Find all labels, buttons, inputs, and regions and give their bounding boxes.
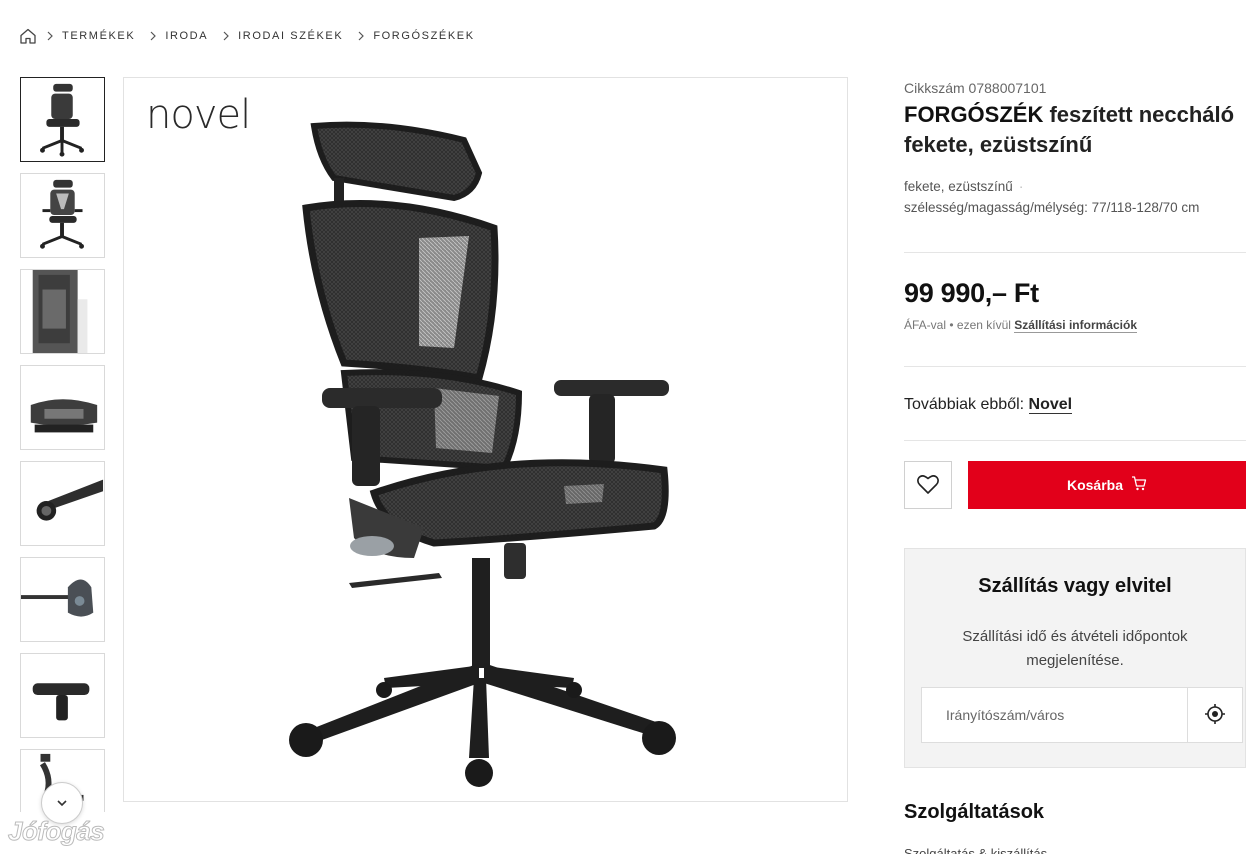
brand-logo: novel [146,92,251,138]
watermark: Jófogás [7,816,105,847]
divider [904,366,1246,367]
separator-dot: • [949,318,957,332]
breadcrumb-item-termekek[interactable]: TERMÉKEK [62,30,141,42]
heart-icon [916,473,940,498]
breadcrumb-item-irodai-szekek[interactable]: IRODAI SZÉKEK [238,30,349,42]
thumbnail-armrest[interactable] [20,653,105,738]
zip-city-input[interactable] [921,687,1187,743]
locate-button[interactable] [1187,687,1243,743]
divider [904,252,1246,253]
vat-label: ÁFA-val [904,318,947,332]
divider [904,440,1246,441]
thumbnail-side-detail[interactable] [20,269,105,354]
product-attributes: fekete, ezüstszínű · szélesség/magasság/m… [904,176,1246,218]
thumbnail-front[interactable] [20,77,105,162]
chevron-right-icon [349,31,373,41]
wishlist-button[interactable] [904,461,952,509]
price: 99 990,– Ft [904,278,1039,308]
add-to-cart-button[interactable]: Kosárba [968,461,1246,509]
breadcrumb: TERMÉKEK IRODA IRODAI SZÉKEK FORGÓSZÉKEK [18,26,481,46]
sku-label: Cikkszám 0788007101 [904,80,1047,96]
services-first-item[interactable]: Szolgáltatás & kiszállítás [904,846,1047,854]
chevron-right-icon [214,31,238,41]
product-dimensions: szélesség/magasság/mélység: 77/118-128/7… [904,200,1200,215]
more-from-brand: Továbbiak ebből: Novel [904,396,1073,414]
shipping-excluded-label: ezen kívül [956,318,1011,332]
add-to-cart-label: Kosárba [1066,477,1124,493]
cart-icon [1131,476,1147,494]
breadcrumb-item-iroda[interactable]: IRODA [165,30,214,42]
services-title: Szolgáltatások [904,801,1045,823]
product-info: Cikkszám 0788007101 FORGÓSZÉK feszített … [904,77,1246,218]
thumbnail-back[interactable] [20,173,105,258]
chevron-right-icon [141,31,165,41]
more-from-label: Továbbiak ebből: [904,396,1029,413]
thumbnail-caster[interactable] [20,461,105,546]
product-title: FORGÓSZÉK feszített neccháló fekete, ezü… [904,100,1246,160]
thumbnail-seat-detail[interactable] [20,365,105,450]
chair-image [289,121,676,787]
thumbnail-strip [20,77,106,812]
price-meta: ÁFA-val • ezen kívül Szállítási informác… [904,318,1137,333]
brand-link[interactable]: Novel [1028,396,1073,414]
location-target-icon [1204,703,1226,728]
thumbnail-mechanism[interactable] [20,557,105,642]
separator-dot: · [1018,179,1024,194]
product-color: fekete, ezüstszínű [904,179,1013,194]
breadcrumb-item-forgoszekek[interactable]: FORGÓSZÉKEK [373,30,480,42]
home-icon[interactable] [18,26,38,46]
shipping-info-link[interactable]: Szállítási információk [1014,318,1137,333]
delivery-description: Szállítási idő és átvételi időpontok meg… [962,628,1188,669]
delivery-title: Szállítás vagy elvitel [978,575,1172,597]
chevron-right-icon [38,31,62,41]
delivery-panel: Szállítás vagy elvitel Szállítási idő és… [904,548,1246,768]
product-title-bold: FORGÓSZÉK [904,102,1044,127]
main-product-image[interactable]: novel [123,77,848,802]
